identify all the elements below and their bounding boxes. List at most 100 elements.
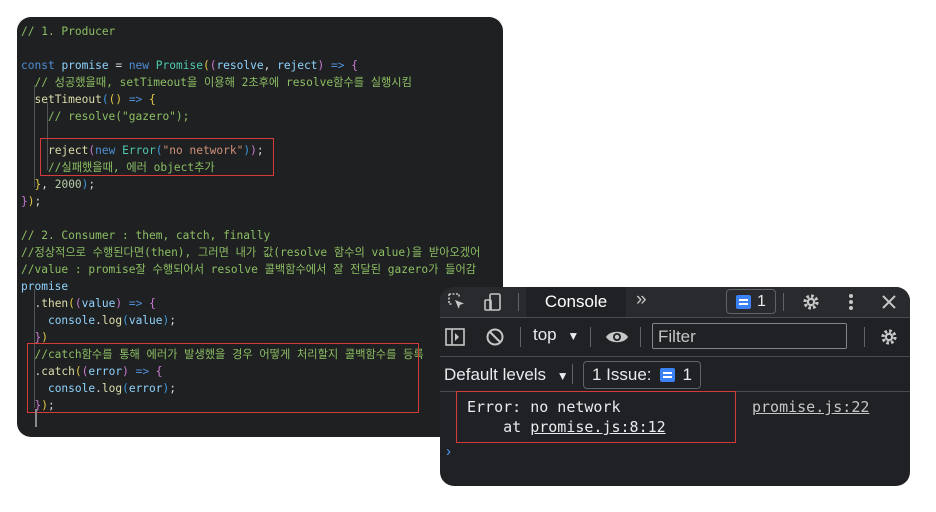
code-token: ; bbox=[88, 178, 96, 191]
code-token: ; bbox=[34, 195, 42, 208]
code-line: promise bbox=[21, 278, 68, 295]
filter-input[interactable]: Filter bbox=[652, 323, 847, 349]
device-toolbar-icon[interactable] bbox=[482, 291, 504, 313]
settings-gear-icon[interactable] bbox=[800, 291, 822, 313]
code-line: console.log(value); bbox=[21, 312, 176, 329]
code-token: ( bbox=[122, 314, 129, 327]
code-line: // 2. Consumer : them, catch, finally bbox=[21, 227, 270, 244]
code-token: , bbox=[263, 59, 278, 72]
issue-count: 1 bbox=[682, 365, 693, 384]
code-token: // 성공했을때, setTimeout을 이용해 2초후에 resolve함수… bbox=[21, 76, 412, 89]
indent-guide bbox=[34, 85, 35, 187]
divider bbox=[590, 327, 591, 347]
divider bbox=[518, 293, 519, 311]
code-token: ) bbox=[27, 195, 35, 208]
code-line: //정상적으로 수행된다면(then), 그러면 내가 값(resolve 함수… bbox=[21, 244, 480, 261]
code-token: ; bbox=[169, 314, 177, 327]
code-token: //value : promise잘 수행되어서 resolve 콜백함수에서 … bbox=[21, 263, 477, 276]
dropdown-caret-icon: ▼ bbox=[567, 329, 580, 343]
code-editor: // 1. Producer const promise = new Promis… bbox=[17, 17, 503, 437]
code-token: ( bbox=[101, 93, 109, 106]
devtools-panel: Console » 1 top ▼ Filter Default levels … bbox=[440, 287, 910, 486]
code-token: const bbox=[21, 59, 55, 72]
divider bbox=[864, 327, 865, 347]
code-token: { bbox=[351, 59, 358, 72]
code-token: promise bbox=[21, 280, 69, 293]
more-tabs-chevron-icon[interactable]: » bbox=[636, 289, 647, 311]
code-token: , bbox=[41, 178, 55, 191]
close-icon[interactable] bbox=[878, 291, 900, 313]
code-token: promise bbox=[61, 59, 109, 72]
code-token: . bbox=[95, 314, 102, 327]
code-token: ( bbox=[74, 297, 82, 310]
code-line: .then((value) => { bbox=[21, 295, 156, 312]
code-token: ( bbox=[202, 59, 210, 72]
code-token: new bbox=[128, 59, 150, 72]
code-token: console bbox=[47, 314, 96, 327]
code-line: const promise = new Promise((resolve, re… bbox=[21, 57, 358, 74]
divider bbox=[783, 293, 784, 311]
code-token: () bbox=[108, 93, 123, 106]
tab-console[interactable]: Console bbox=[526, 287, 626, 317]
source-link[interactable]: promise.js:22 bbox=[752, 398, 869, 416]
inspect-element-icon[interactable] bbox=[446, 291, 468, 313]
code-token: { bbox=[149, 93, 156, 106]
sidebar-toggle-icon[interactable] bbox=[444, 326, 466, 348]
code-token: } bbox=[21, 195, 28, 208]
code-token: . bbox=[21, 297, 42, 310]
code-token: => bbox=[324, 59, 352, 72]
code-token: 2000 bbox=[54, 178, 82, 191]
code-line: //value : promise잘 수행되어서 resolve 콜백함수에서 … bbox=[21, 261, 476, 278]
issue-badge-count: 1 bbox=[757, 292, 766, 310]
code-token: value bbox=[128, 314, 163, 327]
levels-label: Default levels bbox=[444, 365, 547, 384]
catch-highlight-box bbox=[27, 343, 419, 413]
default-levels-dropdown[interactable]: Default levels ▼ bbox=[444, 365, 569, 385]
levels-bar: Default levels ▼ 1 Issue: 1 bbox=[440, 357, 910, 392]
code-token: { bbox=[149, 297, 156, 310]
error-highlight-box bbox=[456, 391, 736, 443]
context-value: top bbox=[533, 325, 557, 344]
message-icon bbox=[659, 368, 675, 382]
console-toolbar: top ▼ Filter bbox=[440, 318, 910, 357]
devtools-tabbar: Console » 1 bbox=[440, 287, 910, 318]
divider bbox=[640, 327, 641, 347]
code-token: log bbox=[101, 314, 123, 327]
code-token: => bbox=[122, 93, 150, 106]
code-token: resolve bbox=[216, 59, 264, 72]
console-settings-gear-icon[interactable] bbox=[878, 326, 900, 348]
console-prompt-icon[interactable]: › bbox=[446, 443, 451, 460]
code-line: // 1. Producer bbox=[21, 23, 115, 40]
code-token: then bbox=[41, 297, 69, 310]
code-token: value bbox=[81, 297, 116, 310]
code-line: }, 2000); bbox=[21, 176, 95, 193]
issues-badge-button[interactable]: 1 bbox=[726, 289, 776, 314]
more-options-kebab-icon[interactable] bbox=[840, 291, 862, 313]
code-token: // 2. Consumer : them, catch, finally bbox=[21, 229, 271, 242]
code-token: Promise bbox=[155, 59, 203, 72]
editor-caret bbox=[35, 409, 37, 427]
live-expression-eye-icon[interactable] bbox=[604, 326, 630, 348]
message-icon bbox=[736, 294, 752, 309]
code-token: => bbox=[122, 297, 150, 310]
divider bbox=[520, 327, 521, 347]
code-token: //정상적으로 수행된다면(then), 그러면 내가 값(resolve 함수… bbox=[21, 246, 481, 259]
code-token: ( bbox=[68, 297, 75, 310]
issues-count-button[interactable]: 1 Issue: 1 bbox=[583, 361, 702, 389]
code-token: = bbox=[108, 59, 129, 72]
clear-console-icon[interactable] bbox=[484, 326, 506, 348]
reject-highlight-box bbox=[40, 138, 274, 176]
code-token: reject bbox=[277, 59, 318, 72]
context-selector[interactable]: top ▼ bbox=[533, 325, 579, 345]
divider bbox=[572, 364, 573, 384]
code-token: // 1. Producer bbox=[21, 25, 116, 38]
code-line: // 성공했을때, setTimeout을 이용해 2초후에 resolve함수… bbox=[21, 74, 412, 91]
code-line: }); bbox=[21, 193, 41, 210]
code-line: setTimeout(() => { bbox=[21, 91, 156, 108]
dropdown-caret-icon: ▼ bbox=[556, 369, 569, 383]
code-token: setTimeout bbox=[34, 93, 102, 106]
issue-label: 1 Issue: bbox=[592, 365, 652, 384]
